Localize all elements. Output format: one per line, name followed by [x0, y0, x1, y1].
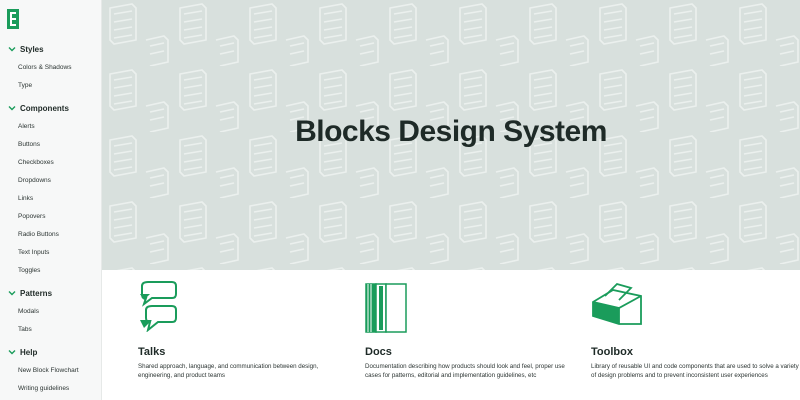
section-toggle-styles[interactable]: Styles — [0, 40, 101, 58]
section-toggle-help[interactable]: Help — [0, 343, 101, 361]
chevron-down-icon — [8, 291, 16, 296]
logo-icon[interactable] — [6, 8, 20, 30]
nav-item-type[interactable]: Type — [0, 76, 101, 94]
card-title: Docs — [365, 346, 392, 358]
sidebar: Styles Colors & Shadows Type Components … — [0, 0, 102, 400]
books-icon — [365, 283, 407, 333]
hero-title: Blocks Design System — [295, 115, 607, 148]
nav-item-buttons[interactable]: Buttons — [0, 135, 101, 153]
nav-item-text-inputs[interactable]: Text Inputs — [0, 243, 101, 261]
nav-item-toggles[interactable]: Toggles — [0, 261, 101, 279]
speech-bubbles-icon — [140, 281, 177, 332]
section-label: Styles — [20, 44, 44, 54]
nav-item-new-block-flowchart[interactable]: New Block Flowchart — [0, 361, 101, 379]
section-label: Help — [20, 347, 38, 357]
nav-item-radio-buttons[interactable]: Radio Buttons — [0, 225, 101, 243]
nav-item-dropdowns[interactable]: Dropdowns — [0, 171, 101, 189]
section-label: Components — [20, 103, 69, 113]
nav-item-alerts[interactable]: Alerts — [0, 117, 101, 135]
section-toggle-patterns[interactable]: Patterns — [0, 284, 101, 302]
nav-section-help: Help New Block Flowchart Writing guideli… — [0, 343, 101, 397]
chevron-down-icon — [8, 47, 16, 52]
nav-item-colors-shadows[interactable]: Colors & Shadows — [0, 58, 101, 76]
card-description: Shared approach, language, and communica… — [138, 363, 319, 379]
toolbox-icon — [592, 282, 642, 325]
card-title: Talks — [138, 346, 166, 358]
nav-item-checkboxes[interactable]: Checkboxes — [0, 153, 101, 171]
section-label: Patterns — [20, 288, 53, 298]
nav-item-writing-guidelines[interactable]: Writing guidelines — [0, 379, 101, 397]
chevron-down-icon — [8, 350, 16, 355]
card-title: Toolbox — [591, 346, 633, 358]
nav-item-modals[interactable]: Modals — [0, 302, 101, 320]
nav-section-styles: Styles Colors & Shadows Type — [0, 40, 101, 94]
nav-item-tabs[interactable]: Tabs — [0, 320, 101, 338]
nav-section-patterns: Patterns Modals Tabs — [0, 284, 101, 338]
card-description: Documentation describing how products sh… — [365, 363, 565, 379]
nav-section-components: Components Alerts Buttons Checkboxes Dro… — [0, 99, 101, 279]
nav-item-links[interactable]: Links — [0, 189, 101, 207]
chevron-down-icon — [8, 106, 16, 111]
section-toggle-components[interactable]: Components — [0, 99, 101, 117]
card-description: Library of reusable UI and code componen… — [591, 363, 799, 379]
hero-banner: Blocks Design System — [102, 0, 800, 270]
nav-item-popovers[interactable]: Popovers — [0, 207, 101, 225]
